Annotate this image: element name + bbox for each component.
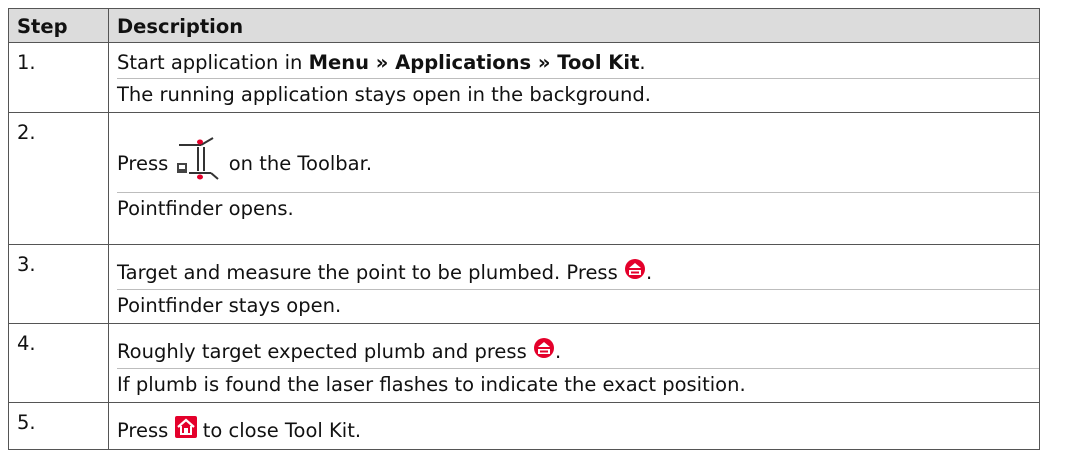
table-row: 3. Target and measure the point to be pl…: [8, 244, 1040, 324]
description-line: Press on the Toolbar.: [117, 137, 1039, 192]
description-line: If plumb is found the laser flashes to i…: [117, 368, 1039, 400]
pointfinder-toolbar-icon: [175, 137, 223, 192]
table-row: 2. Press on the Toolbar. Pointfinder ope…: [8, 112, 1040, 245]
step-number: 5.: [8, 402, 109, 450]
step-description: Press on the Toolbar. Pointfinder opens.: [108, 112, 1040, 245]
description-line: Press to close Tool Kit.: [117, 415, 1039, 447]
table-row: 5. Press to close Tool Kit.: [8, 402, 1040, 450]
procedure-table: Step Description 1. Start application in…: [8, 8, 1040, 450]
step-description: Start application in Menu » Applications…: [108, 42, 1040, 113]
text-segment: Roughly target expected plumb and press: [117, 340, 533, 363]
text-segment: .: [645, 261, 653, 284]
text-segment: Target and measure the point to be plumb…: [117, 261, 624, 284]
description-line: Roughly target expected plumb and press …: [117, 336, 1039, 368]
text-segment: Start application in: [117, 51, 309, 74]
table-row: 1. Start application in Menu » Applicati…: [8, 42, 1040, 113]
home-key-icon: [174, 416, 197, 447]
text-segment: to close Tool Kit.: [196, 419, 362, 442]
text-segment: on the Toolbar.: [222, 152, 373, 175]
header-description: Description: [108, 8, 1040, 43]
dist-key-icon: [624, 258, 646, 289]
menu-path: Menu » Applications » Tool Kit: [308, 51, 640, 74]
description-line: Start application in Menu » Applications…: [117, 47, 1039, 78]
step-number: 2.: [8, 112, 109, 245]
dist-key-icon: [533, 337, 555, 368]
step-description: Roughly target expected plumb and press …: [108, 323, 1040, 403]
text-segment: Press: [117, 419, 175, 442]
step-number: 1.: [8, 42, 109, 113]
description-line: The running application stays open in th…: [117, 78, 1039, 110]
step-description: Press to close Tool Kit.: [108, 402, 1040, 450]
text-segment: .: [554, 340, 562, 363]
text-segment: Press: [117, 152, 175, 175]
step-description: Target and measure the point to be plumb…: [108, 244, 1040, 324]
text-segment: .: [639, 51, 646, 74]
description-line: Target and measure the point to be plumb…: [117, 257, 1039, 289]
description-line: Pointfinder stays open.: [117, 289, 1039, 321]
table-row: 4. Roughly target expected plumb and pre…: [8, 323, 1040, 403]
table-header-row: Step Description: [8, 8, 1040, 43]
description-line: Pointfinder opens.: [117, 192, 1039, 224]
step-number: 3.: [8, 244, 109, 324]
header-step: Step: [8, 8, 109, 43]
step-number: 4.: [8, 323, 109, 403]
